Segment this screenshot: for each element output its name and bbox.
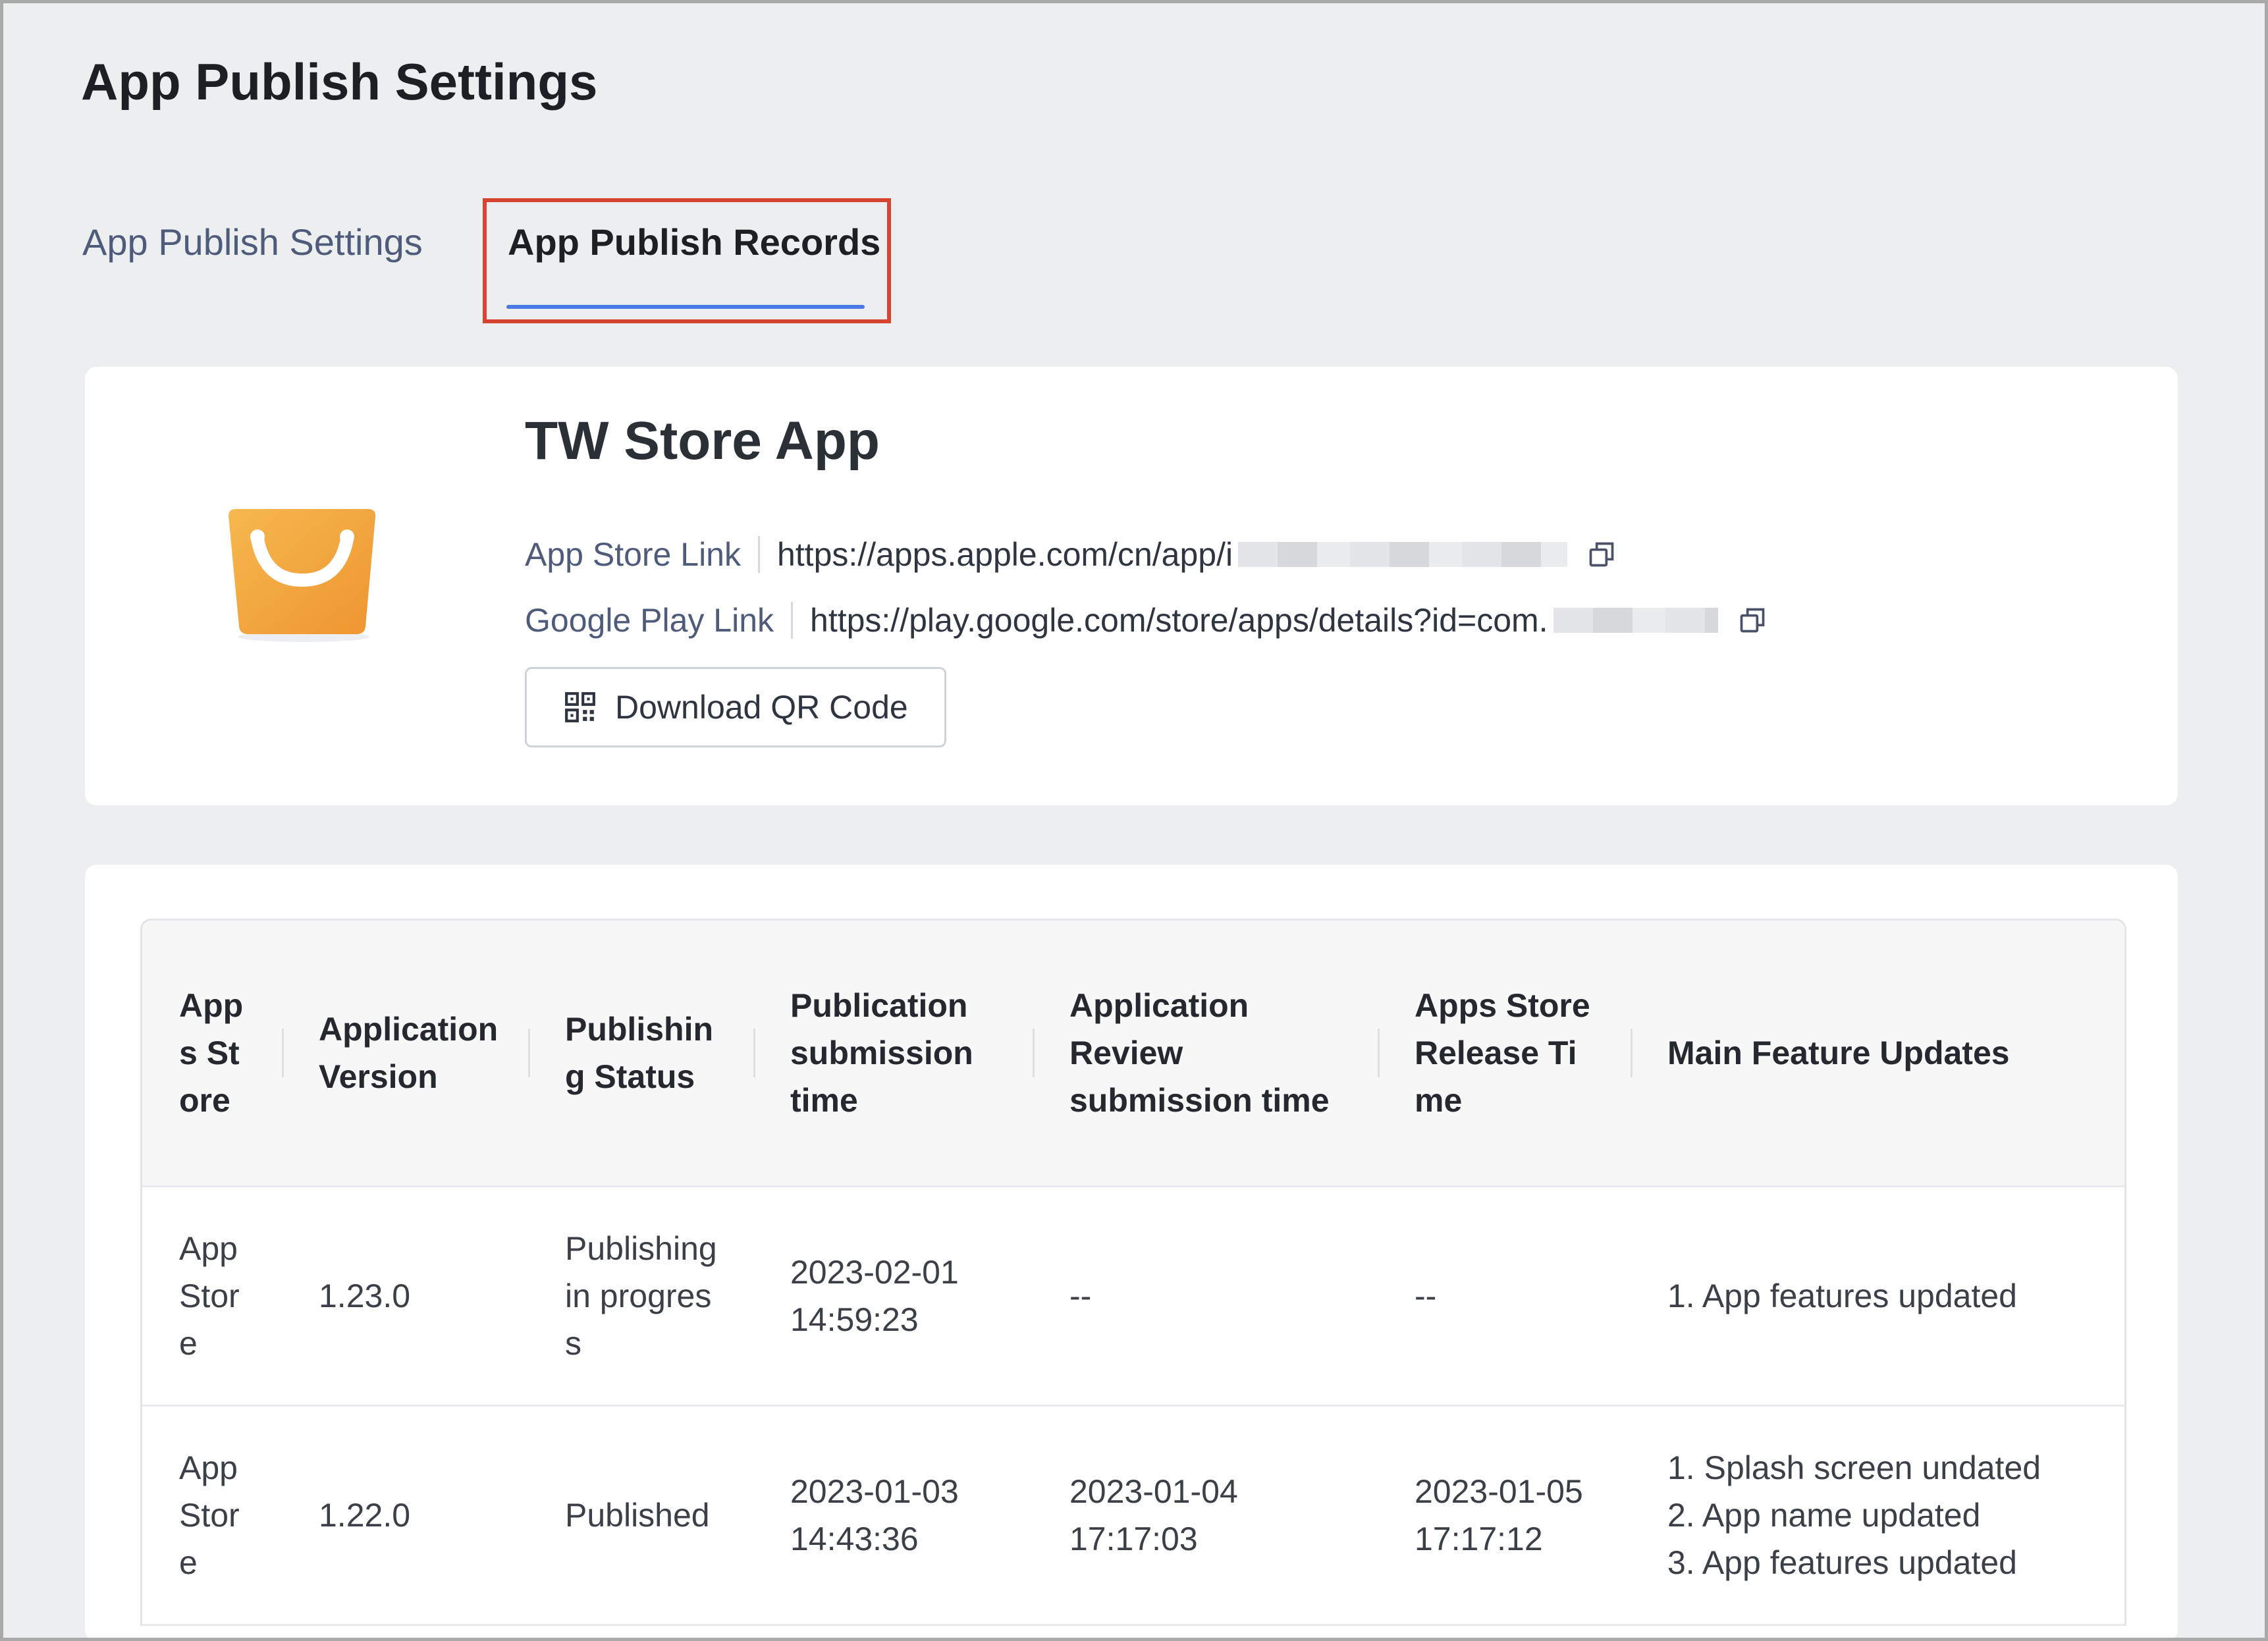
qr-code-icon [565, 692, 595, 722]
divider [757, 536, 760, 573]
table-row: App Store 1.23.0 Publishing in progress … [142, 1187, 2124, 1407]
column-header: Apps Store Release Time [1378, 921, 1631, 1185]
publish-records-card: Apps Store Application Version Publishin… [85, 865, 2178, 1638]
cell-store: App Store [179, 1230, 240, 1362]
google-play-link[interactable]: https://play.google.com/store/apps/detai… [810, 601, 1548, 639]
app-name: TW Store App [525, 411, 880, 471]
cell-status: Published [565, 1497, 710, 1534]
cell-release-time: -- [1415, 1278, 1437, 1314]
app-window: App Publish Settings App Publish Setting… [0, 0, 2268, 1641]
app-store-link-row: App Store Link https://apps.apple.com/cn… [525, 535, 1616, 574]
cell-store: App Store [179, 1449, 240, 1581]
tab-highlight-box [483, 198, 891, 323]
app-info-card: TW Store App App Store Link https://apps… [85, 367, 2178, 805]
cell-features: 1. Splash screen undated 2. App name upd… [1631, 1407, 2124, 1624]
column-header: Apps Store [179, 987, 244, 1119]
column-header: Application Review submission time [1033, 921, 1378, 1185]
copy-icon[interactable] [1738, 606, 1767, 635]
cell-review-time: -- [1069, 1278, 1092, 1314]
copy-icon[interactable] [1587, 540, 1616, 569]
table-row: App Store 1.22.0 Published 2023-01-03 14… [142, 1407, 2124, 1626]
cell-status: Publishing in progress [565, 1230, 717, 1362]
shopping-bag-icon [229, 509, 376, 642]
cell-features: 1. App features updated [1631, 1187, 2124, 1405]
table-header: Apps Store Application Version Publishin… [142, 921, 2124, 1187]
tab-app-publish-settings[interactable]: App Publish Settings [82, 221, 423, 263]
cell-publication-time: 2023-02-01 14:59:23 [790, 1254, 959, 1338]
cell-publication-time: 2023-01-03 14:43:36 [790, 1473, 959, 1557]
redacted-text [1553, 608, 1718, 633]
google-play-link-label: Google Play Link [525, 602, 774, 639]
cell-release-time: 2023-01-05 17:17:12 [1415, 1473, 1583, 1557]
cell-version: 1.22.0 [319, 1497, 411, 1534]
column-header: Main Feature Updates [1631, 921, 2124, 1185]
column-header: Publishing Status [528, 921, 753, 1185]
app-store-link[interactable]: https://apps.apple.com/cn/app/i [777, 535, 1233, 574]
download-qr-code-button[interactable]: Download QR Code [525, 667, 946, 747]
publish-records-table: Apps Store Application Version Publishin… [140, 919, 2126, 1626]
cell-review-time: 2023-01-04 17:17:03 [1069, 1473, 1238, 1557]
divider [791, 602, 794, 639]
feature-item: 1. App features updated [1667, 1278, 2017, 1314]
page-title: App Publish Settings [81, 53, 598, 111]
google-play-link-row: Google Play Link https://play.google.com… [525, 601, 1767, 639]
download-qr-code-label: Download QR Code [615, 689, 908, 726]
column-header: Application Version [282, 921, 528, 1185]
column-header: Publication submission time [753, 921, 1033, 1185]
feature-item: 2. App name updated [1667, 1497, 1981, 1534]
feature-item: 3. App features updated [1667, 1544, 2017, 1581]
app-store-link-label: App Store Link [525, 536, 741, 573]
feature-item: 1. Splash screen undated [1667, 1449, 2041, 1486]
cell-version: 1.23.0 [319, 1278, 411, 1314]
redacted-text [1238, 542, 1568, 567]
